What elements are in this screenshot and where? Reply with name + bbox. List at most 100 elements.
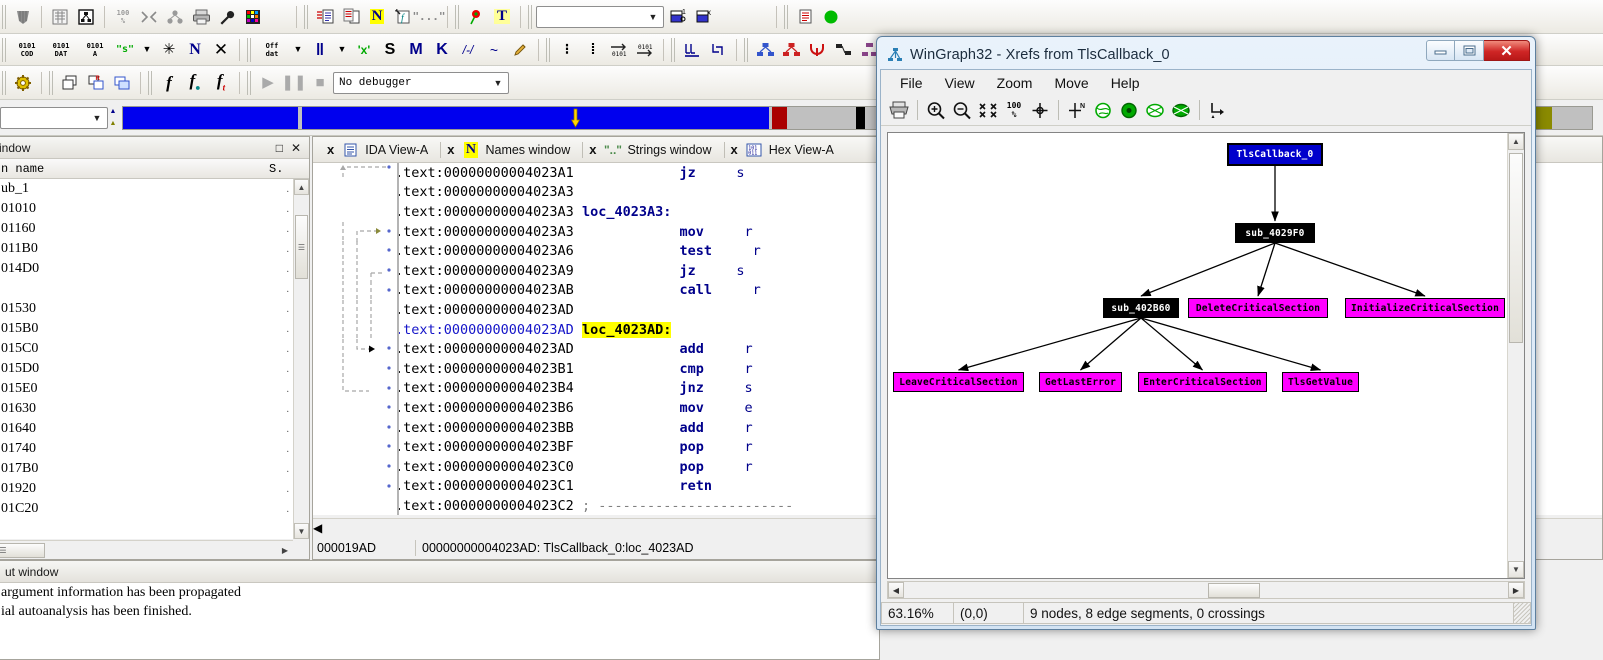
code-label[interactable]: loc_4023A3: <box>582 204 671 220</box>
toolbar-grip-2[interactable] <box>304 4 310 29</box>
wingraph32-title-bar[interactable]: WinGraph32 - Xrefs from TlsCallback_0 ✕ <box>880 40 1532 69</box>
names-window-icon[interactable]: N <box>364 5 390 29</box>
colors-icon[interactable] <box>240 5 266 29</box>
minimize-button[interactable] <box>1426 40 1455 61</box>
operand-icon[interactable]: /-/ <box>455 38 481 62</box>
arrange-icons-icon[interactable] <box>109 71 135 95</box>
bookmark-add-icon[interactable]: 1 <box>664 5 690 29</box>
graph-scroll-thumb[interactable] <box>1509 153 1523 343</box>
menu-item-help[interactable]: Help <box>1100 75 1151 91</box>
tab-close-icon[interactable]: x <box>589 142 598 157</box>
toolbar-grip-12[interactable] <box>49 70 55 95</box>
tab-close-icon[interactable]: x <box>731 142 740 157</box>
next-void-icon[interactable] <box>705 38 731 62</box>
resize-grip[interactable] <box>1513 602 1531 624</box>
next-code-icon[interactable]: 0101 <box>606 38 632 62</box>
function-list-row[interactable]: 011B0. <box>0 239 293 259</box>
offset-dropdown-icon[interactable]: ▼ <box>289 38 307 62</box>
toolbar-grip-10[interactable] <box>744 37 750 62</box>
toolbar-grip-6[interactable] <box>2 37 8 62</box>
graph-hscroll-thumb[interactable] <box>1208 583 1260 598</box>
graph-hscroll-left-button[interactable]: ◀ <box>888 582 904 598</box>
make-array-icon[interactable]: 0101 A <box>78 38 112 62</box>
toolbar-grip-4[interactable] <box>528 4 534 29</box>
function-list-row[interactable]: 015C0. <box>0 339 293 359</box>
prev-node-icon[interactable] <box>1090 98 1116 123</box>
column-header-name[interactable]: n name <box>0 162 269 176</box>
goto-node-icon[interactable]: N <box>1064 98 1090 123</box>
scroll-up-button[interactable]: ▲ <box>294 179 309 195</box>
tab-names-window[interactable]: x N Names window <box>447 138 580 162</box>
rename-icon[interactable]: N <box>182 38 208 62</box>
edit-comment-icon[interactable] <box>507 38 533 62</box>
function-list-row[interactable]: 015D0. <box>0 359 293 379</box>
options-gear-icon[interactable] <box>10 71 36 95</box>
anterior-comment-icon[interactable]: ⁞ <box>580 38 606 62</box>
function-list-row[interactable]: 01920. <box>0 479 293 499</box>
strings-icon[interactable]: "..." <box>412 5 445 29</box>
function-list-row[interactable]: 014D0. <box>0 259 293 279</box>
prev-edge-icon[interactable] <box>1142 98 1168 123</box>
chevron-down-icon[interactable]: ▼ <box>645 8 661 26</box>
menu-item-zoom[interactable]: Zoom <box>986 75 1044 91</box>
graph-canvas-container[interactable]: TlsCallback_0 sub_4029F0 sub_402B60 DeleteC… <box>887 132 1525 579</box>
jump-to-icon[interactable] <box>312 5 338 29</box>
function-list-row[interactable]: 015E0. <box>0 379 293 399</box>
text-search-icon[interactable]: T <box>489 5 515 29</box>
graph-node-deletecriticalsection[interactable]: DeleteCriticalSection <box>1188 298 1328 318</box>
tile-windows-icon[interactable]: R <box>83 71 109 95</box>
graph-node-getlasterror[interactable]: GetLastError <box>1039 372 1122 392</box>
graph-horizontal-scrollbar[interactable]: ◀ ▶ <box>887 581 1525 599</box>
functions-list[interactable]: ub_1. 01010. 01160. 011B0. 014D0.. 01530. 015B… <box>0 179 293 539</box>
center-graph-icon[interactable] <box>1027 98 1053 123</box>
number-dropdown-icon[interactable]: ▼ <box>333 38 351 62</box>
close-button[interactable]: ✕ <box>1484 40 1530 61</box>
make-data-icon[interactable]: 0101 DAT <box>44 38 78 62</box>
menu-item-view[interactable]: View <box>934 75 986 91</box>
wingraph32-window[interactable]: WinGraph32 - Xrefs from TlsCallback_0 ✕ … <box>876 36 1536 630</box>
tab-ida-view-a[interactable]: x IDA View-A <box>327 138 438 162</box>
call-graph-icon[interactable] <box>162 5 188 29</box>
open-database-icon[interactable] <box>47 5 73 29</box>
toolbar-grip[interactable] <box>2 4 8 29</box>
char-icon[interactable]: 'x' <box>351 38 377 62</box>
struct-icon[interactable]: S <box>377 38 403 62</box>
graph-node-sub-4029f0[interactable]: sub_4029F0 <box>1235 223 1315 243</box>
restore-icon[interactable]: □ <box>276 141 283 155</box>
flow-chart-icon[interactable] <box>804 38 830 62</box>
function-begin-icon[interactable]: f● <box>182 71 208 95</box>
toolbar-grip-8[interactable] <box>546 37 552 62</box>
tab-hex-view-a[interactable]: x 101 011 Hex View-A <box>731 138 844 162</box>
function-list-row[interactable]: 01740. <box>0 439 293 459</box>
debugger-select[interactable]: No debugger ▼ <box>333 71 509 94</box>
toolbar-grip-9[interactable] <box>671 37 677 62</box>
repeat-comment-icon[interactable]: ⁝ <box>554 38 580 62</box>
tab-strings-window[interactable]: x ".." Strings window <box>589 138 721 162</box>
function-list-row[interactable]: 01630. <box>0 399 293 419</box>
graph-node-leavecriticalsection[interactable]: LeaveCriticalSection <box>893 372 1024 392</box>
tab-close-icon[interactable]: x <box>447 142 456 157</box>
negate-icon[interactable]: ~ <box>481 38 507 62</box>
toolbar-grip-11[interactable] <box>2 70 8 95</box>
function-list-row[interactable]: 017B0. <box>0 459 293 479</box>
string-dropdown-icon[interactable]: ▼ <box>138 38 156 62</box>
function-list-row[interactable]: ub_1. <box>0 179 293 199</box>
collapse-icon[interactable] <box>136 5 162 29</box>
menu-item-file[interactable]: File <box>889 75 934 91</box>
chevron-down-icon[interactable]: ▼ <box>89 109 105 127</box>
print-icon[interactable] <box>886 98 912 123</box>
menu-item-move[interactable]: Move <box>1043 75 1099 91</box>
delete-icon[interactable]: ✕ <box>208 38 234 62</box>
function-list-row[interactable]: 01C20. <box>0 499 293 519</box>
search-combo[interactable]: ▼ <box>536 5 664 28</box>
zoom-100-icon[interactable]: 100% <box>1001 98 1027 123</box>
graph-node-sub-402b60[interactable]: sub_402B60 <box>1103 298 1179 318</box>
functions-horizontal-scrollbar[interactable]: ☰ ▶ <box>0 540 293 559</box>
xrefs-to-icon[interactable] <box>752 38 778 62</box>
cascade-windows-icon[interactable] <box>57 71 83 95</box>
output-log[interactable]: argument information has been propagated… <box>0 583 879 659</box>
graph-scroll-up-button[interactable]: ▲ <box>1508 133 1524 150</box>
toolbar-grip-13[interactable] <box>148 70 154 95</box>
marker-icon[interactable] <box>463 5 489 29</box>
column-header-size[interactable]: S. <box>269 162 309 176</box>
